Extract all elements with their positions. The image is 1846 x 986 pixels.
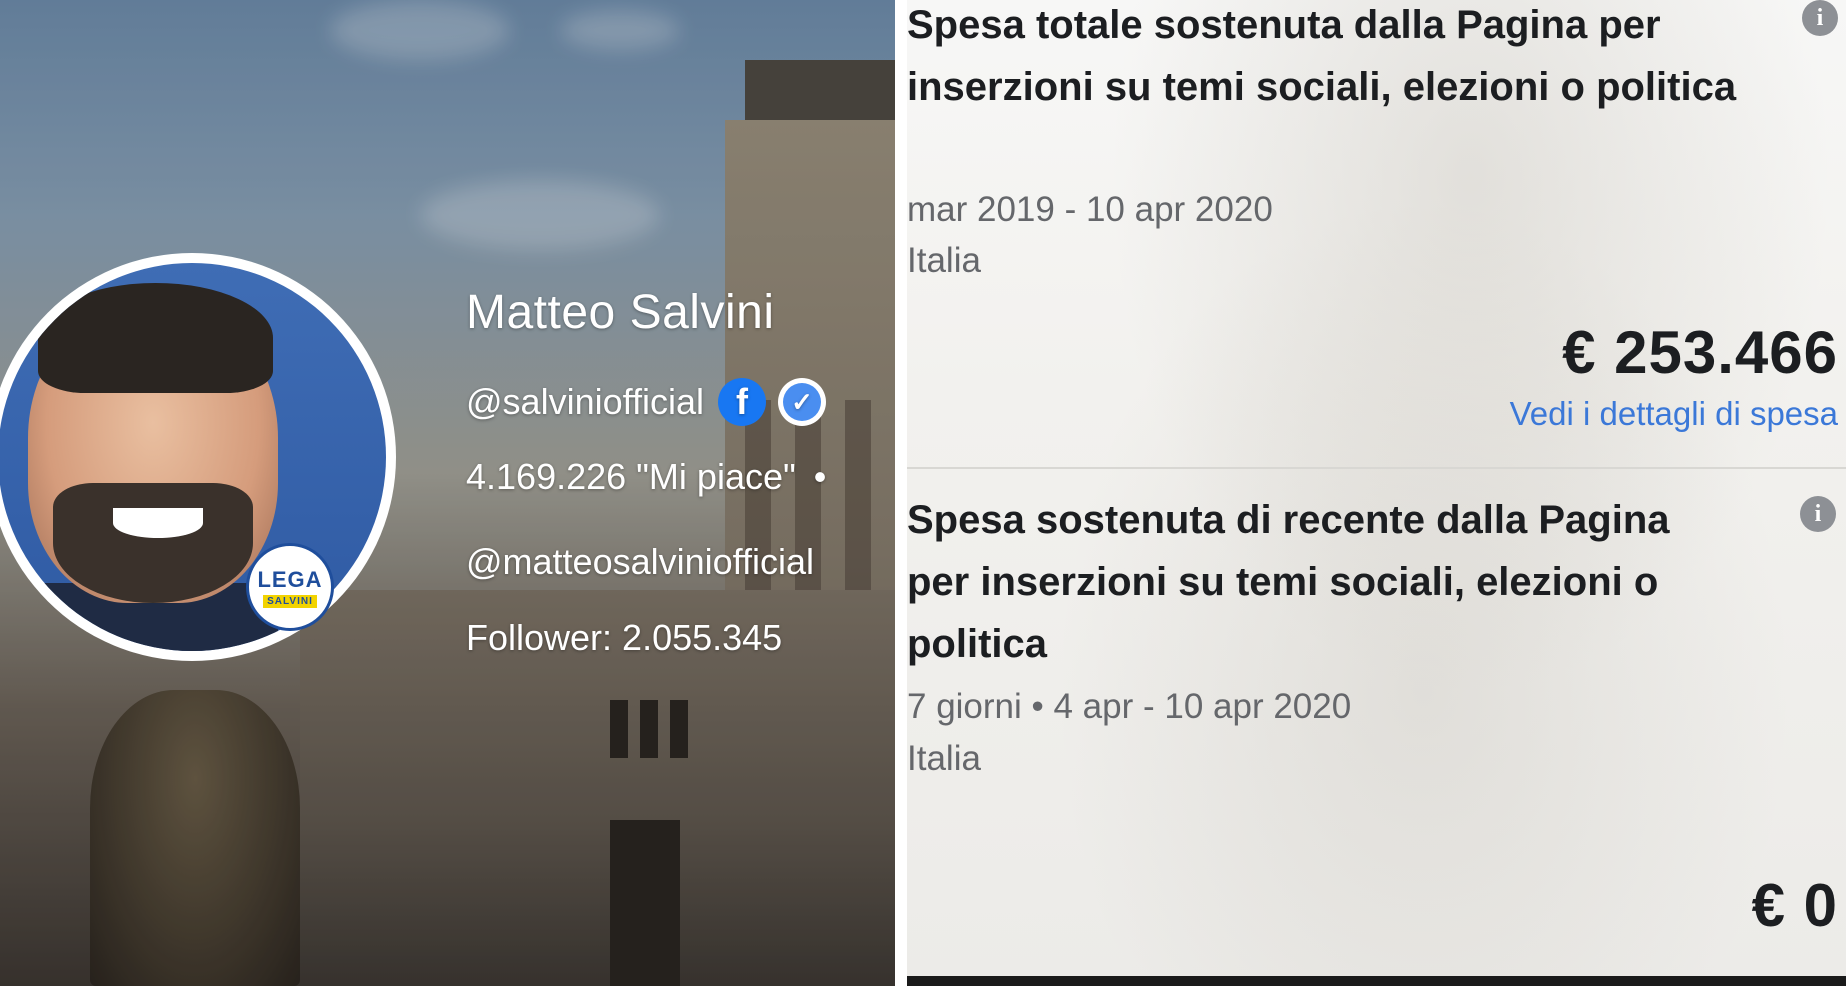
recent-spending-section: Spesa sostenuta di recente dalla Pagina …: [907, 469, 1846, 986]
likes-separator: •: [813, 456, 827, 497]
avatar-smile: [113, 508, 203, 538]
total-spending-title: Spesa totale sostenuta dalla Pagina per …: [907, 3, 1737, 109]
recent-spending-amount: € 0: [1751, 872, 1838, 939]
instagram-handle[interactable]: @matteosalviniofficial: [466, 541, 814, 583]
profile-cover: LEGA SALVINI Matteo Salvini @salvinioffi…: [0, 0, 895, 986]
bottom-strip: [907, 976, 1846, 986]
party-logo-badge: LEGA SALVINI: [246, 543, 334, 631]
total-spending-period: mar 2019 - 10 apr 2020: [907, 190, 1273, 229]
facebook-icon: f: [717, 378, 766, 426]
total-spending-country: Italia: [907, 241, 981, 280]
party-logo-text: LEGA: [257, 566, 323, 592]
spending-details-link[interactable]: Vedi i dettagli di spesa: [1510, 395, 1838, 433]
instagram-handle-text: @matteosalviniofficial: [466, 541, 815, 582]
recent-spending-period: 7 giorni • 4 apr - 10 apr 2020: [907, 687, 1352, 726]
info-icon[interactable]: i: [1802, 0, 1838, 36]
profile-likes: 4.169.226 "Mi piace": [466, 456, 796, 497]
info-icon[interactable]: i: [1800, 496, 1836, 532]
verified-badge-icon: ✓: [777, 378, 826, 426]
profile-handle-row: @salviniofficial f ✓: [466, 378, 826, 426]
avatar-beard: [53, 483, 253, 603]
party-logo-subtext: SALVINI: [263, 594, 317, 608]
recent-spending-title: Spesa sostenuta di recente dalla Pagina …: [907, 498, 1670, 666]
ad-spending-panel: Spesa totale sostenuta dalla Pagina per …: [907, 0, 1846, 986]
followers-text: Follower: 2.055.345: [466, 617, 783, 658]
total-spending-amount: € 253.466: [1562, 319, 1838, 386]
total-spending-section: Spesa totale sostenuta dalla Pagina per …: [907, 0, 1846, 467]
panel-divider: [895, 0, 907, 986]
profile-likes-row: 4.169.226 "Mi piace" •: [466, 456, 826, 498]
profile-name[interactable]: Matteo Salvini: [466, 285, 774, 340]
followers-count: Follower: 2.055.345: [466, 617, 782, 659]
profile-handle[interactable]: @salviniofficial: [466, 381, 704, 423]
avatar-hair: [38, 283, 273, 393]
avatar[interactable]: LEGA SALVINI: [0, 253, 396, 661]
recent-spending-country: Italia: [907, 739, 981, 778]
